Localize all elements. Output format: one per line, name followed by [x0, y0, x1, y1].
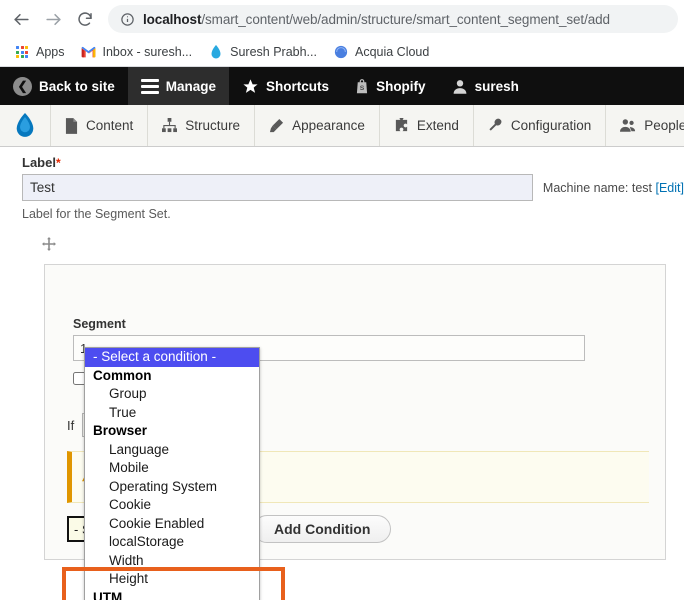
- back-button[interactable]: [6, 4, 36, 34]
- dropdown-group-label: Common: [93, 367, 152, 383]
- dropdown-option[interactable]: Height: [85, 570, 259, 589]
- machine-name-value: test: [631, 180, 653, 195]
- bookmarks-bar: Apps Inbox - suresh... Suresh Prabh... A…: [0, 38, 684, 66]
- star-icon: [242, 78, 259, 95]
- wrench-icon: [488, 118, 503, 133]
- menu-item-label: Content: [86, 118, 134, 133]
- dropdown-option[interactable]: localStorage: [85, 533, 259, 552]
- dropdown-option[interactable]: Width: [85, 552, 259, 571]
- label-field-row: Machine name: test [Edit]: [0, 174, 684, 201]
- toolbar-item-label: suresh: [474, 78, 519, 94]
- svg-text:S: S: [360, 84, 365, 91]
- drupal-admin-menu: Content Structure Appearance Extend Conf…: [0, 105, 684, 147]
- segment-drag-row: [0, 221, 684, 260]
- dropdown-group-label: Browser: [93, 423, 148, 438]
- address-bar[interactable]: localhost/smart_content/web/admin/struct…: [108, 5, 678, 33]
- menu-item-content[interactable]: Content: [51, 105, 149, 146]
- toolbar-item-label: Manage: [165, 78, 217, 94]
- toolbar-item-label: Shopify: [376, 78, 426, 94]
- page-content: Label* Machine name: test [Edit] Label f…: [0, 147, 684, 600]
- apps-grid-icon: [14, 44, 30, 60]
- drag-move-icon[interactable]: [42, 237, 56, 255]
- browser-nav-bar: localhost/smart_content/web/admin/struct…: [0, 0, 684, 38]
- dropdown-group-label: UTM: [93, 589, 123, 600]
- back-circle-icon: ❮: [13, 76, 32, 96]
- toolbar-item-shopify[interactable]: S Shopify: [342, 67, 439, 105]
- menu-item-label: Configuration: [510, 118, 592, 133]
- condition-dropdown-list[interactable]: - Select a condition - Common Group True Bro…: [84, 347, 260, 600]
- url-text: localhost/smart_content/web/admin/struct…: [143, 12, 610, 27]
- paintbrush-icon: [269, 118, 284, 133]
- dropdown-option[interactable]: True: [85, 404, 259, 423]
- url-path: /smart_content/web/admin/structure/smart…: [201, 11, 610, 27]
- menu-item-label: People: [644, 118, 684, 133]
- bookmark-label: Acquia Cloud: [354, 45, 430, 59]
- dropdown-option[interactable]: - Select a condition -: [85, 348, 259, 367]
- browser-chrome: localhost/smart_content/web/admin/struct…: [0, 0, 684, 67]
- label-field-title-text: Label: [22, 155, 56, 170]
- puzzle-icon: [394, 118, 409, 133]
- bookmark-inbox[interactable]: Inbox - suresh...: [75, 41, 199, 63]
- bookmark-label: Suresh Prabh...: [230, 45, 317, 59]
- drupal-admin-toolbar: ❮ Back to site Manage Shortcuts S Shopif…: [0, 67, 684, 105]
- label-field-description: Label for the Segment Set.: [22, 207, 171, 221]
- label-field-title: Label*: [0, 147, 684, 174]
- reload-button[interactable]: [70, 4, 100, 34]
- forward-button[interactable]: [38, 4, 68, 34]
- menu-item-label: Appearance: [292, 118, 365, 133]
- user-icon: [452, 78, 468, 95]
- machine-name-prefix: Machine name:: [542, 180, 632, 195]
- file-icon: [65, 117, 78, 134]
- machine-name-text: Machine name: test [Edit]: [543, 181, 684, 195]
- bookmark-apps[interactable]: Apps: [8, 41, 71, 63]
- toolbar-item-label: Shortcuts: [266, 78, 330, 94]
- menu-item-label: Structure: [185, 118, 241, 133]
- toolbar-item-label: Back to site: [39, 78, 115, 94]
- shopify-bag-icon: S: [355, 78, 369, 95]
- drupal-drop-icon: [208, 44, 224, 60]
- dropdown-option[interactable]: Cookie Enabled: [85, 515, 259, 534]
- menu-item-extend[interactable]: Extend: [380, 105, 474, 146]
- people-icon: [620, 118, 636, 133]
- toolbar-item-shortcuts[interactable]: Shortcuts: [229, 67, 342, 105]
- gmail-icon: [81, 44, 97, 60]
- menu-item-people[interactable]: People: [606, 105, 684, 146]
- bookmark-label: Apps: [36, 45, 65, 59]
- dropdown-option[interactable]: Operating System: [85, 478, 259, 497]
- info-circle-icon[interactable]: [120, 12, 135, 27]
- acquia-icon: [333, 44, 349, 60]
- add-condition-button[interactable]: Add Condition: [253, 515, 392, 543]
- if-prefix-label: If: [67, 417, 75, 433]
- arrow-right-icon: [45, 13, 61, 25]
- bookmark-suresh-prabh[interactable]: Suresh Prabh...: [202, 41, 323, 63]
- hamburger-icon: [140, 78, 159, 94]
- menu-item-appearance[interactable]: Appearance: [255, 105, 380, 146]
- required-mark: *: [55, 156, 61, 170]
- dropdown-option[interactable]: Language: [85, 441, 259, 460]
- dropdown-option[interactable]: Mobile: [85, 459, 259, 478]
- reload-icon: [78, 12, 92, 26]
- label-input[interactable]: [22, 174, 533, 201]
- drupal-logo-icon[interactable]: [0, 105, 51, 146]
- arrow-left-icon: [13, 13, 29, 25]
- toolbar-item-back-to-site[interactable]: ❮ Back to site: [0, 67, 128, 105]
- toolbar-item-user[interactable]: suresh: [439, 67, 532, 105]
- segment-label: Segment: [73, 317, 126, 331]
- machine-name-edit-link[interactable]: [Edit]: [656, 181, 684, 195]
- bookmark-acquia-cloud[interactable]: Acquia Cloud: [327, 41, 435, 63]
- dropdown-option[interactable]: Group: [85, 385, 259, 404]
- bookmark-label: Inbox - suresh...: [102, 45, 193, 59]
- sitemap-icon: [162, 118, 178, 133]
- dropdown-option[interactable]: Cookie: [85, 496, 259, 515]
- menu-item-structure[interactable]: Structure: [148, 105, 256, 146]
- menu-item-label: Extend: [416, 118, 459, 133]
- url-host: localhost: [143, 11, 202, 27]
- menu-item-configuration[interactable]: Configuration: [474, 105, 607, 146]
- toolbar-item-manage[interactable]: Manage: [127, 67, 230, 105]
